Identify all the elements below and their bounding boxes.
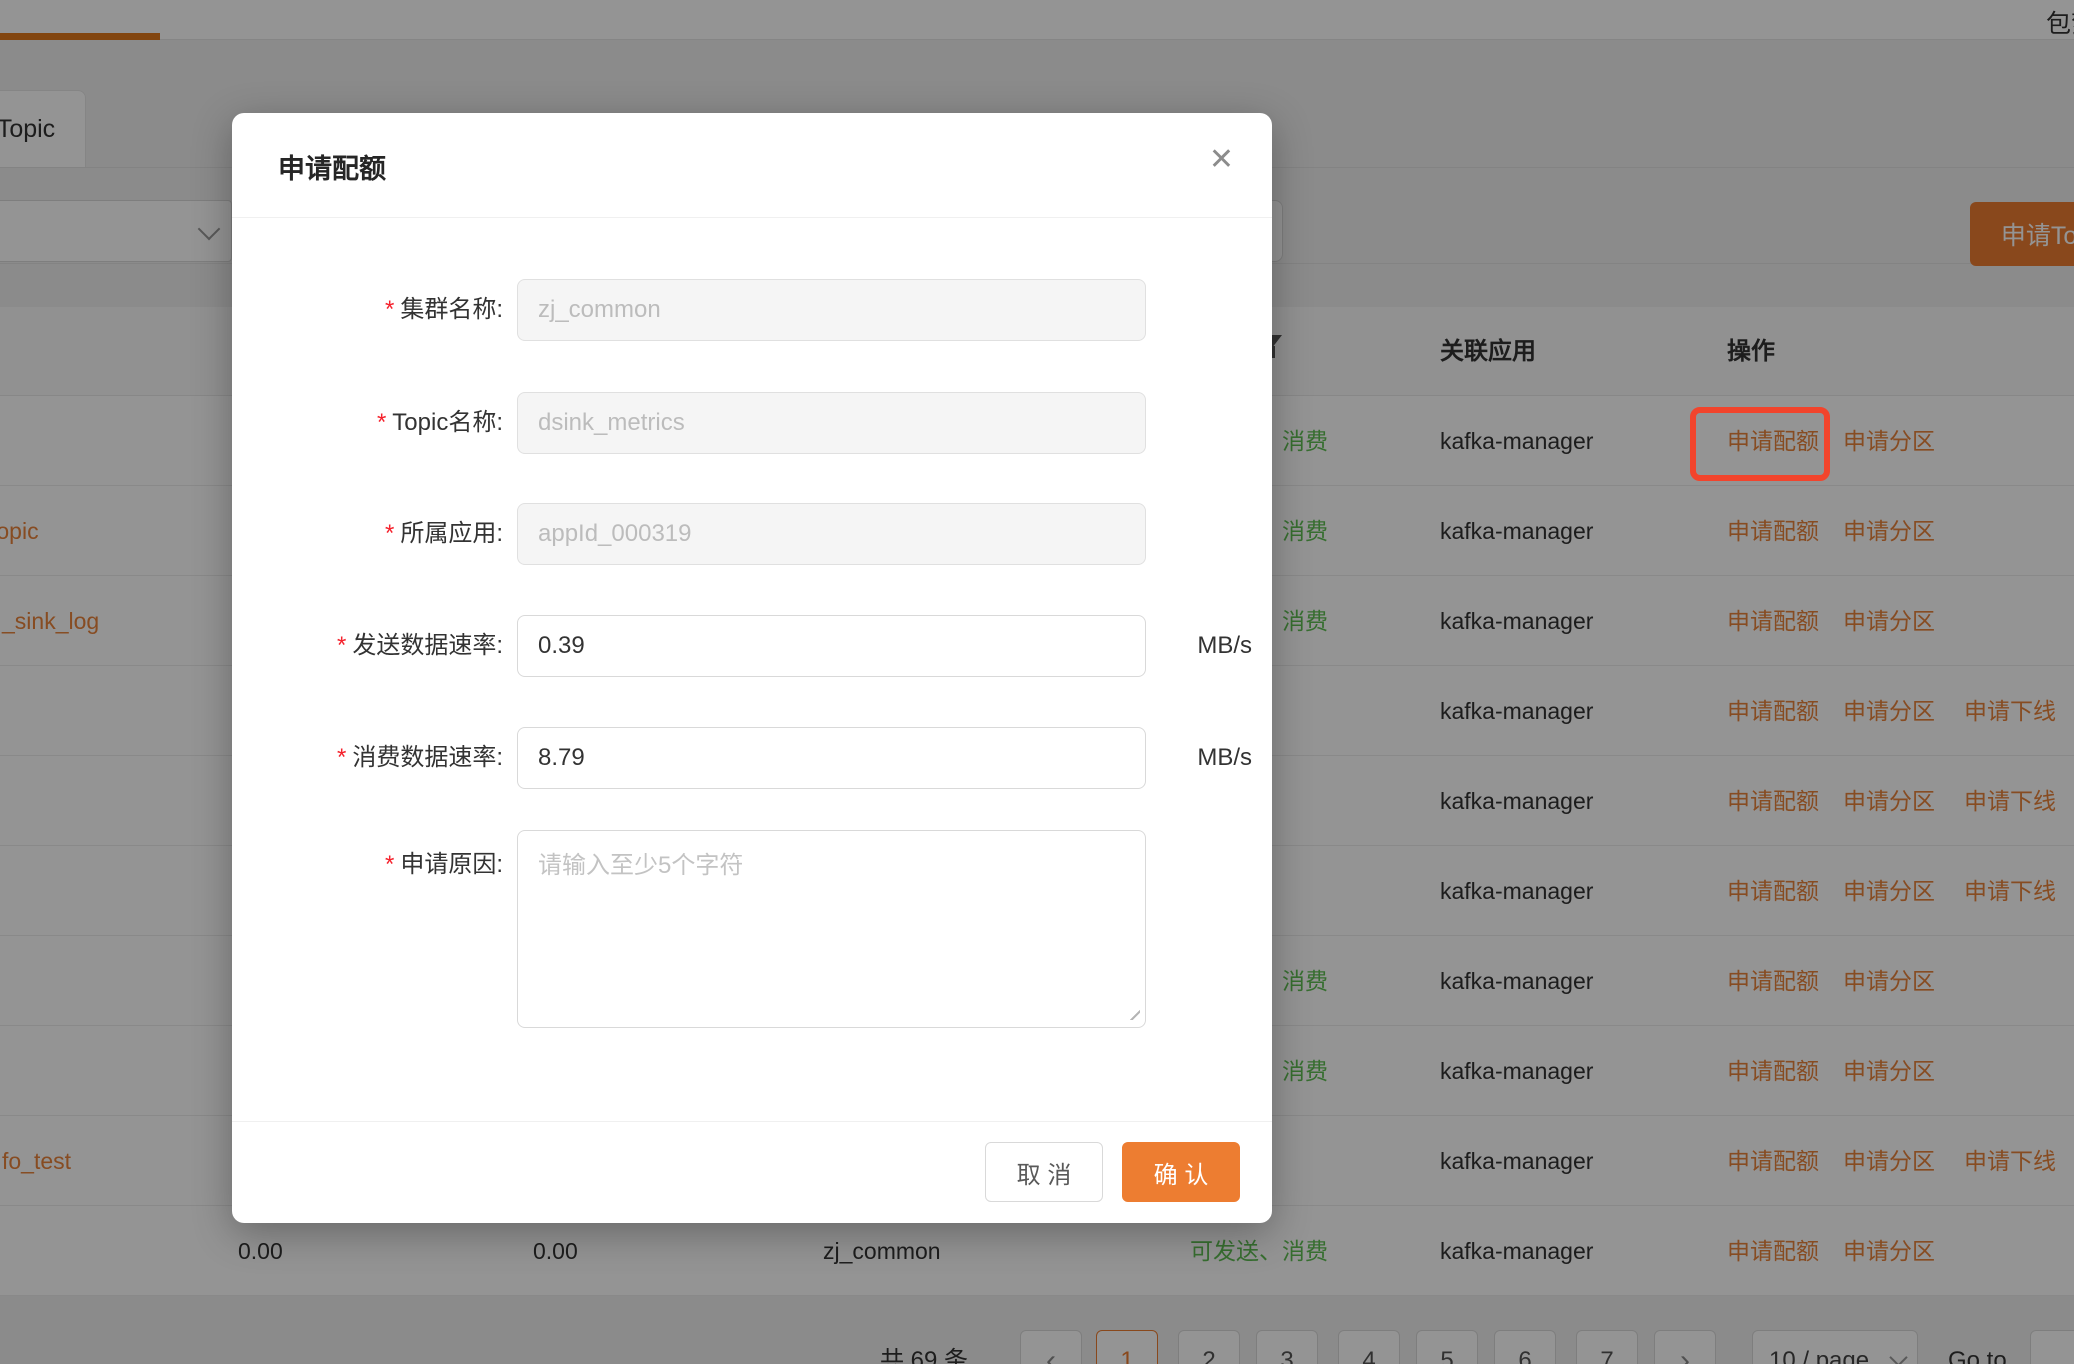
confirm-button[interactable]: 确 认 xyxy=(1122,1142,1240,1202)
modal-title: 申请配额 xyxy=(278,147,386,186)
cancel-button-label: 取 消 xyxy=(1017,1155,1072,1190)
required-asterisk: * xyxy=(377,409,386,436)
apply-reason-wrap xyxy=(517,830,1146,1028)
consume-rate-unit: MB/s xyxy=(1197,727,1252,789)
field-label: *集群名称: xyxy=(232,279,503,341)
confirm-button-label: 确 认 xyxy=(1154,1155,1209,1190)
cluster-name-field[interactable] xyxy=(517,279,1146,341)
field-label: *Topic名称: xyxy=(232,392,503,454)
topic-name-field[interactable] xyxy=(517,392,1146,454)
field-label-text: 消费数据速率: xyxy=(352,744,503,771)
field-label-text: 集群名称: xyxy=(400,296,503,323)
page: 包梦 Topic 申请Topic 关联应用 操作 可发送、消费 kafka-ma… xyxy=(0,0,2074,1364)
field-label: *申请原因: xyxy=(232,830,503,900)
modal-header: 申请配额 ✕ xyxy=(232,113,1272,218)
consume-rate-field[interactable] xyxy=(517,727,1146,789)
form-row-send-rate: *发送数据速率: MB/s xyxy=(232,615,1272,677)
form-row-topic-name: *Topic名称: xyxy=(232,392,1272,454)
field-label-text: Topic名称: xyxy=(392,409,503,436)
required-asterisk: * xyxy=(337,744,346,771)
apply-quota-modal: 申请配额 ✕ *集群名称: *Topic名称: *所属应用: *发送数据速率: … xyxy=(232,113,1272,1223)
form-row-consume-rate: *消费数据速率: MB/s xyxy=(232,727,1272,789)
owner-app-field[interactable] xyxy=(517,503,1146,565)
field-label: *消费数据速率: xyxy=(232,727,503,789)
form-row-cluster-name: *集群名称: xyxy=(232,279,1272,341)
send-rate-unit: MB/s xyxy=(1197,615,1252,677)
red-highlight-annotation xyxy=(1690,407,1830,481)
field-label-text: 发送数据速率: xyxy=(352,632,503,659)
required-asterisk: * xyxy=(337,632,346,659)
apply-reason-textarea[interactable] xyxy=(517,830,1146,1028)
form-row-apply-reason: *申请原因: xyxy=(232,830,1272,1028)
field-label: *发送数据速率: xyxy=(232,615,503,677)
required-asterisk: * xyxy=(385,296,394,323)
field-label: *所属应用: xyxy=(232,503,503,565)
close-icon[interactable]: ✕ xyxy=(1209,145,1234,175)
cancel-button[interactable]: 取 消 xyxy=(985,1142,1103,1202)
form-row-owner-app: *所属应用: xyxy=(232,503,1272,565)
send-rate-field[interactable] xyxy=(517,615,1146,677)
field-label-text: 申请原因: xyxy=(400,851,503,878)
required-asterisk: * xyxy=(385,520,394,547)
field-label-text: 所属应用: xyxy=(400,520,503,547)
required-asterisk: * xyxy=(385,851,394,878)
modal-footer: 取 消 确 认 xyxy=(232,1121,1272,1223)
